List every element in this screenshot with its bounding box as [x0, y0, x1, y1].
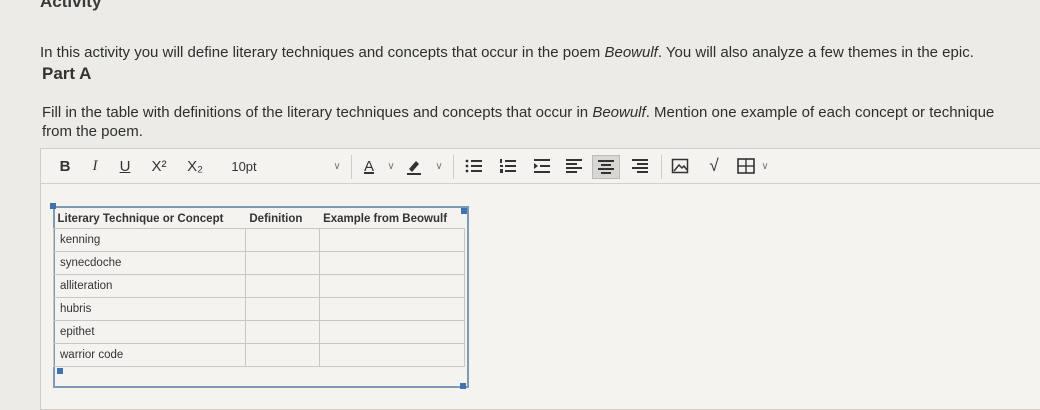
math-equation-icon[interactable]: √ — [701, 155, 727, 177]
technique-cell[interactable]: synecdoche — [53, 251, 246, 275]
table-row: epithet — [53, 320, 466, 344]
editor-toolbar: B I U X² X₂ 10pt ∨ A ∨ ∨ √ ∨ — [41, 149, 1040, 184]
subscript-button[interactable]: X₂ — [181, 155, 209, 177]
column-header-definition: Definition — [249, 213, 303, 225]
insert-table-icon[interactable] — [735, 155, 757, 177]
example-cell[interactable] — [318, 274, 466, 298]
highlight-icon[interactable] — [403, 155, 425, 177]
underline-button[interactable]: U — [115, 155, 135, 177]
resize-handle[interactable] — [57, 368, 63, 374]
definition-cell[interactable] — [244, 228, 320, 252]
toolbar-divider — [661, 155, 662, 179]
definition-cell[interactable] — [244, 274, 320, 298]
part-label: Part A — [42, 64, 92, 83]
example-cell[interactable] — [318, 297, 466, 321]
highlight-dropdown-icon[interactable]: ∨ — [433, 155, 445, 177]
font-size-dropdown-icon[interactable]: ∨ — [331, 155, 343, 177]
table-header-row: Literary Technique or Concept Definition… — [54, 210, 465, 229]
align-right-icon[interactable] — [629, 155, 651, 177]
resize-handle[interactable] — [460, 383, 466, 389]
definition-cell[interactable] — [244, 320, 320, 344]
instruction-text: Fill in the table with definitions of th… — [42, 104, 995, 140]
technique-cell[interactable]: warrior code — [53, 343, 246, 367]
technique-cell[interactable]: alliteration — [53, 274, 246, 298]
technique-cell[interactable]: hubris — [53, 297, 246, 321]
technique-cell[interactable]: kenning — [53, 228, 246, 252]
column-header-example: Example from Beowulf — [323, 213, 448, 225]
table-row: alliteration — [53, 274, 466, 298]
bullet-list-icon[interactable] — [463, 155, 485, 177]
example-cell[interactable] — [318, 251, 466, 275]
superscript-button[interactable]: X² — [145, 155, 173, 177]
intro-text: In this activity you will define literar… — [40, 44, 974, 61]
font-size-select[interactable]: 10pt — [229, 155, 259, 177]
definition-cell[interactable] — [244, 297, 320, 321]
example-cell[interactable] — [318, 343, 466, 367]
definition-cell[interactable] — [244, 251, 320, 275]
column-header-technique: Literary Technique or Concept — [57, 213, 224, 225]
toolbar-divider — [453, 155, 454, 179]
technique-cell[interactable]: epithet — [53, 320, 246, 344]
numbered-list-icon[interactable] — [497, 155, 519, 177]
align-left-icon[interactable] — [563, 155, 585, 177]
table-row: warrior code — [53, 343, 466, 367]
activity-heading: Activity — [40, 0, 102, 11]
toolbar-divider — [351, 155, 352, 179]
font-color-dropdown-icon[interactable]: ∨ — [385, 155, 397, 177]
example-cell[interactable] — [318, 320, 466, 344]
bold-button[interactable]: B — [55, 155, 75, 177]
definition-cell[interactable] — [244, 343, 320, 367]
concept-table[interactable]: Literary Technique or Concept Definition… — [53, 210, 466, 367]
table-dropdown-icon[interactable]: ∨ — [759, 155, 771, 177]
resize-handle[interactable] — [50, 203, 56, 209]
font-color-button[interactable]: A — [359, 155, 379, 177]
italic-button[interactable]: I — [85, 155, 105, 177]
indent-icon[interactable] — [531, 155, 553, 177]
table-row: kenning — [53, 228, 466, 252]
table-row: synecdoche — [53, 251, 466, 275]
example-cell[interactable] — [318, 228, 466, 252]
table-row: hubris — [53, 297, 466, 321]
align-center-icon[interactable] — [592, 155, 620, 179]
insert-image-icon[interactable] — [669, 155, 691, 177]
